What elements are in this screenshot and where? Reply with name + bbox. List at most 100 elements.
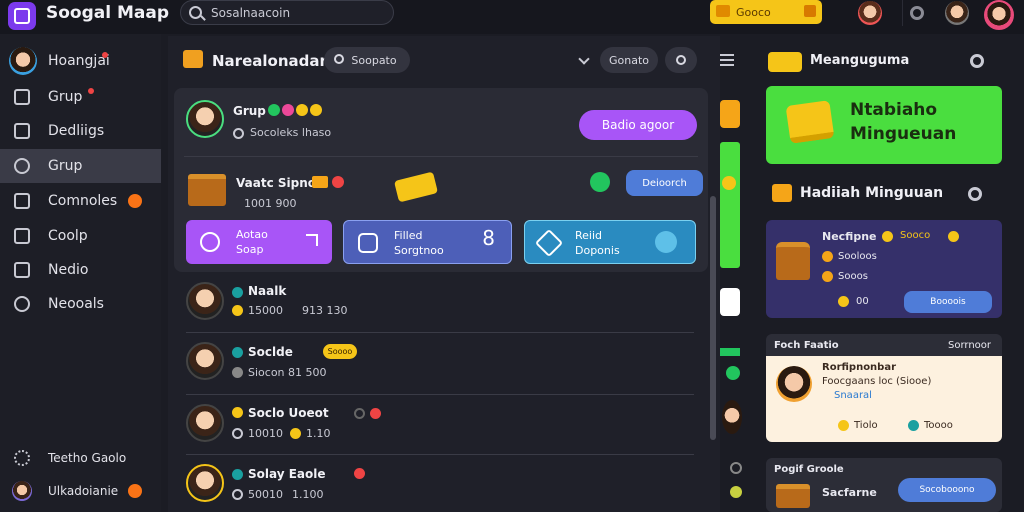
sidebar-item-label: Ulkadoianie xyxy=(48,484,119,498)
house-icon xyxy=(776,242,810,280)
tile-line1: Reiid xyxy=(575,229,603,242)
treasure-chest-icon xyxy=(776,484,810,508)
profile-link[interactable]: Snaaral xyxy=(834,390,872,401)
avatar[interactable] xyxy=(186,100,224,138)
sidebar-item-label: Coolp xyxy=(48,228,88,244)
row-name: Soclde xyxy=(248,345,293,359)
treasure-chest-icon xyxy=(188,174,226,206)
section-title: Hadiiah Minguuan xyxy=(800,185,944,201)
reward-tag: Sooco xyxy=(900,230,931,241)
sidebar-item-dedliigs[interactable]: Dedliigs xyxy=(0,114,161,148)
sidebar-item-neooals[interactable]: Neooals xyxy=(0,287,161,321)
sidebar-item-label: Grup xyxy=(48,89,83,105)
badge-icon xyxy=(128,194,142,208)
media-icon xyxy=(14,262,30,278)
status-icon xyxy=(232,347,243,358)
tile-soap[interactable]: Aotao Soap xyxy=(186,220,332,264)
emoji-icon xyxy=(232,407,243,418)
sidebar-item-label: Hoangjai xyxy=(48,53,110,69)
group-card[interactable]: Pogif Groole Sacfarne Socobooono xyxy=(766,458,1002,512)
search-input[interactable] xyxy=(211,4,381,22)
status-icon xyxy=(232,469,243,480)
white-tile xyxy=(720,288,740,316)
avatar xyxy=(186,464,224,502)
sidebar-item-nedio[interactable]: Nedio xyxy=(0,253,161,287)
search-pill-label: Soopato xyxy=(351,53,397,67)
gold-bars-icon xyxy=(768,52,802,72)
gold-bar-icon xyxy=(785,100,835,144)
search-pill-button[interactable]: Soopato xyxy=(324,47,410,73)
sidebar-item-label: Nedio xyxy=(48,262,89,278)
circle-icon xyxy=(354,408,365,419)
bookmark-icon xyxy=(14,89,30,105)
search-box[interactable] xyxy=(180,0,394,25)
reward-card[interactable]: Necfipne Sooco Sooloos Sooos 00 Boooois xyxy=(766,220,1002,318)
profile-action[interactable]: Toooo xyxy=(924,420,953,431)
coin-icon xyxy=(730,486,742,498)
green-tag xyxy=(720,348,740,356)
sidebar-item-account[interactable]: Ulkadoianie xyxy=(0,474,161,508)
gear-icon[interactable] xyxy=(968,187,982,201)
tile-reiid[interactable]: Reiid Doponis xyxy=(524,220,696,264)
user-avatar[interactable] xyxy=(984,0,1014,30)
sidebar-item-comnoles[interactable]: Comnoles xyxy=(0,184,161,218)
app-logo-icon[interactable] xyxy=(8,2,36,30)
sidebar-item-coolp[interactable]: Coolp xyxy=(0,219,161,253)
row-name: Naalk xyxy=(248,284,287,298)
reward-value: 00 xyxy=(856,296,869,307)
profile-stat: Tiolo xyxy=(854,420,878,431)
claim-button[interactable]: Boooois xyxy=(904,291,992,313)
coin-button[interactable]: Gooco xyxy=(710,0,822,24)
emoji-icon xyxy=(310,104,322,116)
sidebar-item-label: Teetho Gaolo xyxy=(48,451,127,465)
card-user-name: Grup xyxy=(233,104,266,118)
main-panel: Narealonadan Soopato Gonato Grup Socolek… xyxy=(168,36,720,512)
tile-filled[interactable]: Filled Sorgtnoo 8 xyxy=(343,220,512,264)
reward-line2: Sooos xyxy=(838,271,868,282)
green-heart-icon[interactable] xyxy=(590,172,610,192)
profile-card[interactable]: Foch Faatio Sorrnoor Rorfipnonbar Foocga… xyxy=(766,334,1002,442)
green-dot xyxy=(726,366,740,380)
status-icon xyxy=(908,420,919,431)
row-meta: 10010 xyxy=(248,427,283,440)
circle-icon xyxy=(730,462,742,474)
emoji-icon xyxy=(296,104,308,116)
circle-icon xyxy=(909,6,924,20)
avatar[interactable] xyxy=(945,1,969,25)
sidebar-item-grup-active[interactable]: Grup xyxy=(0,149,161,183)
search-icon-button[interactable] xyxy=(665,47,697,73)
sparkle-icon xyxy=(232,367,243,378)
avatar xyxy=(186,282,224,320)
home-icon xyxy=(14,193,30,209)
coin-icon xyxy=(232,305,243,316)
banner-line2: Mingueuan xyxy=(850,124,957,144)
sidebar-item-profile[interactable]: Hoangjai xyxy=(0,44,161,78)
secondary-action-button[interactable]: Deioorch xyxy=(626,170,703,196)
card-header-right[interactable]: Sorrnoor xyxy=(948,340,991,351)
record-icon xyxy=(370,408,381,419)
scrollbar[interactable] xyxy=(710,196,716,440)
settings-icon-button[interactable] xyxy=(902,0,930,26)
primary-action-button[interactable]: Badio agoor xyxy=(579,110,697,140)
card-header-left: Foch Faatio xyxy=(774,340,839,351)
avatar xyxy=(722,400,742,434)
avatar[interactable] xyxy=(858,1,882,25)
join-button[interactable]: Socobooono xyxy=(898,478,996,502)
settings-icon xyxy=(232,489,243,500)
promo-banner[interactable]: Ntabiaho Mingueuan xyxy=(766,86,1002,164)
chevron-down-icon[interactable] xyxy=(578,53,590,65)
sidebar-item-settings[interactable]: Teetho Gaolo xyxy=(0,441,161,475)
status-badge: Soooo xyxy=(323,344,357,359)
filter-pill-button[interactable]: Gonato xyxy=(600,47,658,73)
menu-icon[interactable] xyxy=(720,54,734,69)
coin-icon xyxy=(290,428,301,439)
coin-icon xyxy=(838,420,849,431)
gear-icon[interactable] xyxy=(970,54,984,68)
search-icon xyxy=(189,6,202,19)
gold-chest-icon xyxy=(183,50,203,68)
coin-icon xyxy=(838,296,849,307)
sidebar-item-grup[interactable]: Grup xyxy=(0,80,161,114)
right-panel: Meanguguma Ntabiaho Mingueuan Hadiiah Mi… xyxy=(758,44,1008,512)
divider xyxy=(186,394,694,395)
top-bar: Soogal Maap Gooco xyxy=(0,0,1024,34)
